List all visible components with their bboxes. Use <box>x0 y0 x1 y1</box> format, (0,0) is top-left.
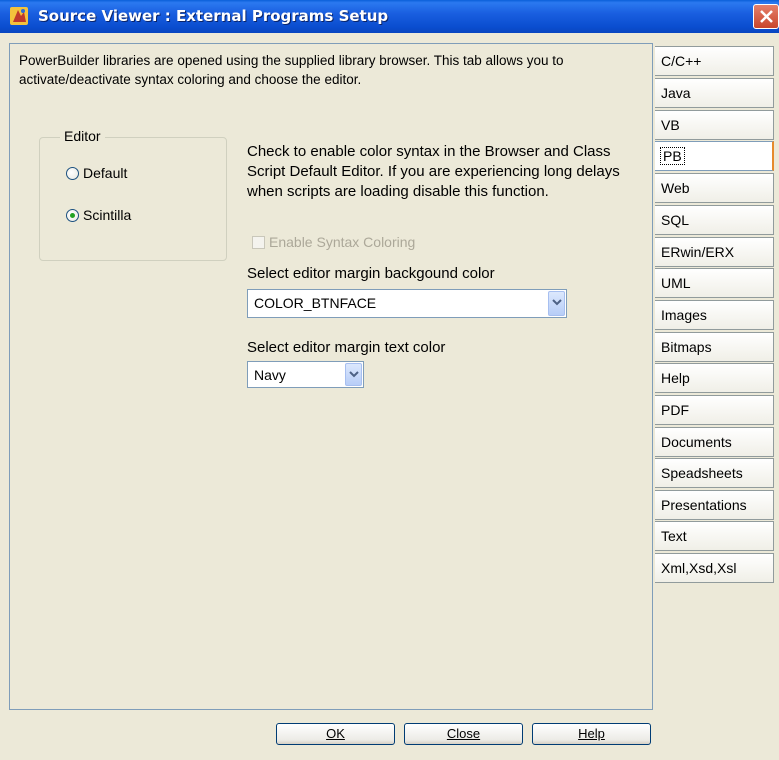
help-button-label: Help <box>578 726 605 741</box>
tab-label: Java <box>661 85 691 101</box>
tab-label: Help <box>661 370 690 386</box>
radio-circle[interactable] <box>66 166 79 180</box>
margin-background-value: COLOR_BTNFACE <box>254 295 377 311</box>
margin-background-select[interactable]: COLOR_BTNFACE <box>247 289 567 318</box>
ok-button[interactable]: OK <box>276 723 395 745</box>
tab-label: Text <box>661 528 687 544</box>
tab-label: Documents <box>661 434 732 450</box>
radio-selected-dot <box>70 212 75 218</box>
tab-sql[interactable]: SQL <box>655 205 774 235</box>
chevron-down-icon <box>349 371 359 378</box>
tab-label: Web <box>661 180 690 196</box>
editor-group: Editor Default Scintilla <box>39 128 227 261</box>
tab-images[interactable]: Images <box>655 300 774 330</box>
tab-label: PDF <box>661 402 689 418</box>
tab-label: PB <box>660 147 685 165</box>
tab-presentations[interactable]: Presentations <box>655 490 774 520</box>
enable-syntax-coloring-checkbox[interactable]: Enable Syntax Coloring <box>252 234 415 250</box>
tab-documents[interactable]: Documents <box>655 427 774 457</box>
description-text: PowerBuilder libraries are opened using … <box>19 53 564 87</box>
pb-settings-panel: PowerBuilder libraries are opened using … <box>9 43 653 710</box>
close-button-label: Close <box>446 726 481 741</box>
tab-label: C/C++ <box>661 53 702 69</box>
tab-vb[interactable]: VB <box>655 110 774 140</box>
close-button[interactable]: Close <box>404 723 523 745</box>
tab-pb[interactable]: PB <box>655 141 774 171</box>
tab-java[interactable]: Java <box>655 78 774 108</box>
editor-group-legend: Editor <box>60 128 105 144</box>
tab-erwin[interactable]: ERwin/ERX <box>655 237 774 267</box>
powerbuilder-app-icon <box>10 7 28 25</box>
checkbox-box[interactable] <box>252 235 265 249</box>
radio-scintilla[interactable]: Scintilla <box>66 207 131 223</box>
ok-button-label: OK <box>326 726 345 741</box>
tab-label: Images <box>661 307 707 323</box>
checkbox-label: Enable Syntax Coloring <box>269 234 416 250</box>
window-title: Source Viewer : External Programs Setup <box>38 7 389 25</box>
tab-pdf[interactable]: PDF <box>655 395 774 425</box>
syntax-info-text: Check to enable color syntax in the Brow… <box>247 143 620 200</box>
tab-xml[interactable]: Xml,Xsd,Xsl <box>655 553 774 583</box>
tab-label: Xml,Xsd,Xsl <box>661 560 737 576</box>
tab-label: Bitmaps <box>661 339 712 355</box>
title-bar: Source Viewer : External Programs Setup <box>0 0 779 33</box>
tab-label: ERwin/ERX <box>661 244 735 260</box>
tab-cpp[interactable]: C/C++ <box>655 46 774 76</box>
tab-uml[interactable]: UML <box>655 268 774 298</box>
margin-text-label: Select editor margin text color <box>247 339 446 356</box>
tab-label: UML <box>661 275 691 291</box>
margin-background-label: Select editor margin backgound color <box>247 265 495 282</box>
close-window-button[interactable] <box>753 4 779 29</box>
margin-text-value: Navy <box>254 367 286 383</box>
tab-web[interactable]: Web <box>655 173 774 203</box>
dropdown-button[interactable] <box>345 363 362 386</box>
tab-bitmaps[interactable]: Bitmaps <box>655 332 774 362</box>
tab-label: Presentations <box>661 497 747 513</box>
help-button[interactable]: Help <box>532 723 651 745</box>
radio-circle-selected[interactable] <box>66 208 79 222</box>
dropdown-button[interactable] <box>548 291 565 316</box>
close-icon <box>760 10 773 23</box>
radio-default[interactable]: Default <box>66 165 127 181</box>
tab-label: VB <box>661 117 680 133</box>
radio-scintilla-label: Scintilla <box>83 207 132 223</box>
tab-label: SQL <box>661 212 690 228</box>
tab-help[interactable]: Help <box>655 363 774 393</box>
tab-spreadsheets[interactable]: Speadsheets <box>655 458 774 488</box>
margin-text-select[interactable]: Navy <box>247 361 364 388</box>
radio-default-label: Default <box>83 165 128 181</box>
tab-label: Speadsheets <box>661 465 743 481</box>
chevron-down-icon <box>552 299 562 306</box>
tab-text[interactable]: Text <box>655 521 774 551</box>
